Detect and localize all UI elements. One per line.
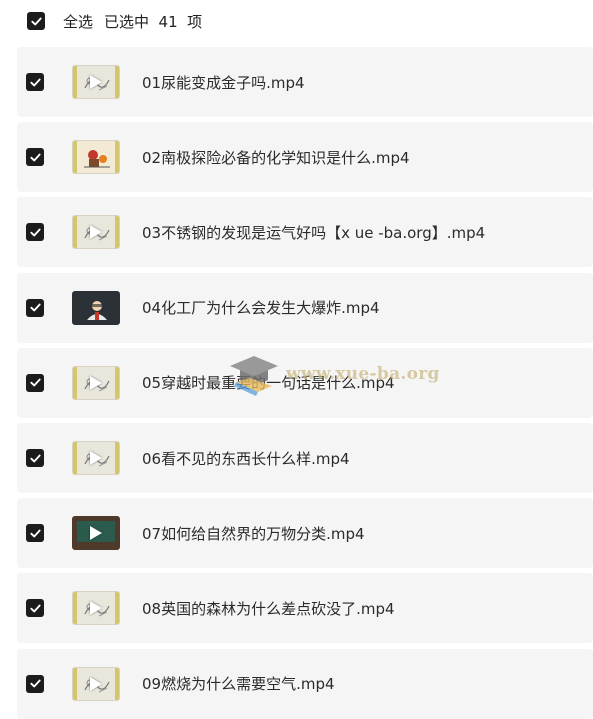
file-row[interactable]: 04化工厂为什么会发生大爆炸.mp4 [17, 272, 593, 343]
play-icon [90, 375, 102, 390]
file-row[interactable]: 06看不见的东西长什么样.mp4 [17, 423, 593, 493]
file-name[interactable]: 02南极探险必备的化学知识是什么.mp4 [142, 147, 410, 168]
person-icon [87, 300, 107, 320]
video-thumbnail[interactable] [72, 290, 120, 325]
file-checkbox[interactable] [26, 524, 44, 543]
checkmark-icon [29, 228, 41, 237]
checkmark-icon [30, 17, 42, 25]
play-icon [90, 601, 102, 616]
select-all-checkbox[interactable] [27, 12, 45, 30]
file-checkbox[interactable] [26, 373, 44, 392]
file-name[interactable]: 09燃烧为什么需要空气.mp4 [142, 673, 335, 694]
checkmark-icon [29, 378, 41, 387]
video-thumbnail[interactable] [72, 215, 120, 250]
video-thumbnail[interactable] [72, 516, 120, 551]
video-thumbnail[interactable] [72, 441, 120, 475]
checkmark-icon [29, 303, 41, 312]
file-checkbox[interactable] [26, 449, 44, 467]
video-thumbnail[interactable] [72, 666, 120, 701]
selected-count-text: 已选中 41 项 [104, 12, 203, 31]
file-row[interactable]: 02南极探险必备的化学知识是什么.mp4 [17, 122, 593, 193]
play-icon [90, 526, 102, 541]
file-name[interactable]: 06看不见的东西长什么样.mp4 [142, 448, 350, 469]
checkmark-icon [29, 679, 41, 688]
play-icon [90, 225, 102, 240]
file-checkbox[interactable] [26, 599, 44, 618]
file-name[interactable]: 05穿越时最重要的一句话是什么.mp4 [142, 372, 395, 393]
file-name[interactable]: 04化工厂为什么会发生大爆炸.mp4 [142, 297, 380, 318]
video-thumbnail[interactable] [72, 65, 120, 99]
file-row[interactable]: 01尿能变成金子吗.mp4 [17, 47, 593, 117]
file-checkbox[interactable] [26, 298, 44, 317]
video-thumbnail[interactable] [72, 591, 120, 626]
checkmark-icon [29, 153, 41, 162]
file-checkbox[interactable] [26, 148, 44, 167]
file-row[interactable]: 03不锈钢的发现是运气好吗【x ue -ba.org】.mp4 [17, 197, 593, 268]
file-checkbox[interactable] [26, 73, 44, 91]
file-name[interactable]: 07如何给自然界的万物分类.mp4 [142, 523, 365, 544]
play-icon [90, 75, 102, 89]
video-thumbnail[interactable] [72, 365, 120, 400]
file-row[interactable]: 08英国的森林为什么差点砍没了.mp4 [17, 573, 593, 644]
checkmark-icon [29, 454, 41, 462]
file-checkbox[interactable] [26, 223, 44, 242]
file-name[interactable]: 03不锈钢的发现是运气好吗【x ue -ba.org】.mp4 [142, 222, 485, 243]
file-row[interactable]: 09燃烧为什么需要空气.mp4 [17, 648, 593, 719]
selection-header: 全选 已选中 41 项 [0, 0, 593, 42]
checkmark-icon [29, 529, 41, 538]
file-row[interactable]: 05穿越时最重要的一句话是什么.mp4 [17, 347, 593, 418]
checkmark-icon [29, 604, 41, 613]
play-icon [90, 676, 102, 691]
file-checkbox[interactable] [26, 674, 44, 693]
checkmark-icon [29, 78, 41, 86]
file-name[interactable]: 01尿能变成金子吗.mp4 [142, 72, 305, 93]
video-thumbnail[interactable] [72, 140, 120, 175]
play-icon [90, 451, 102, 465]
file-row[interactable]: 07如何给自然界的万物分类.mp4 [17, 498, 593, 569]
file-name[interactable]: 08英国的森林为什么差点砍没了.mp4 [142, 598, 395, 619]
select-all-label[interactable]: 全选 [63, 11, 93, 32]
illustration-icon [84, 150, 110, 168]
